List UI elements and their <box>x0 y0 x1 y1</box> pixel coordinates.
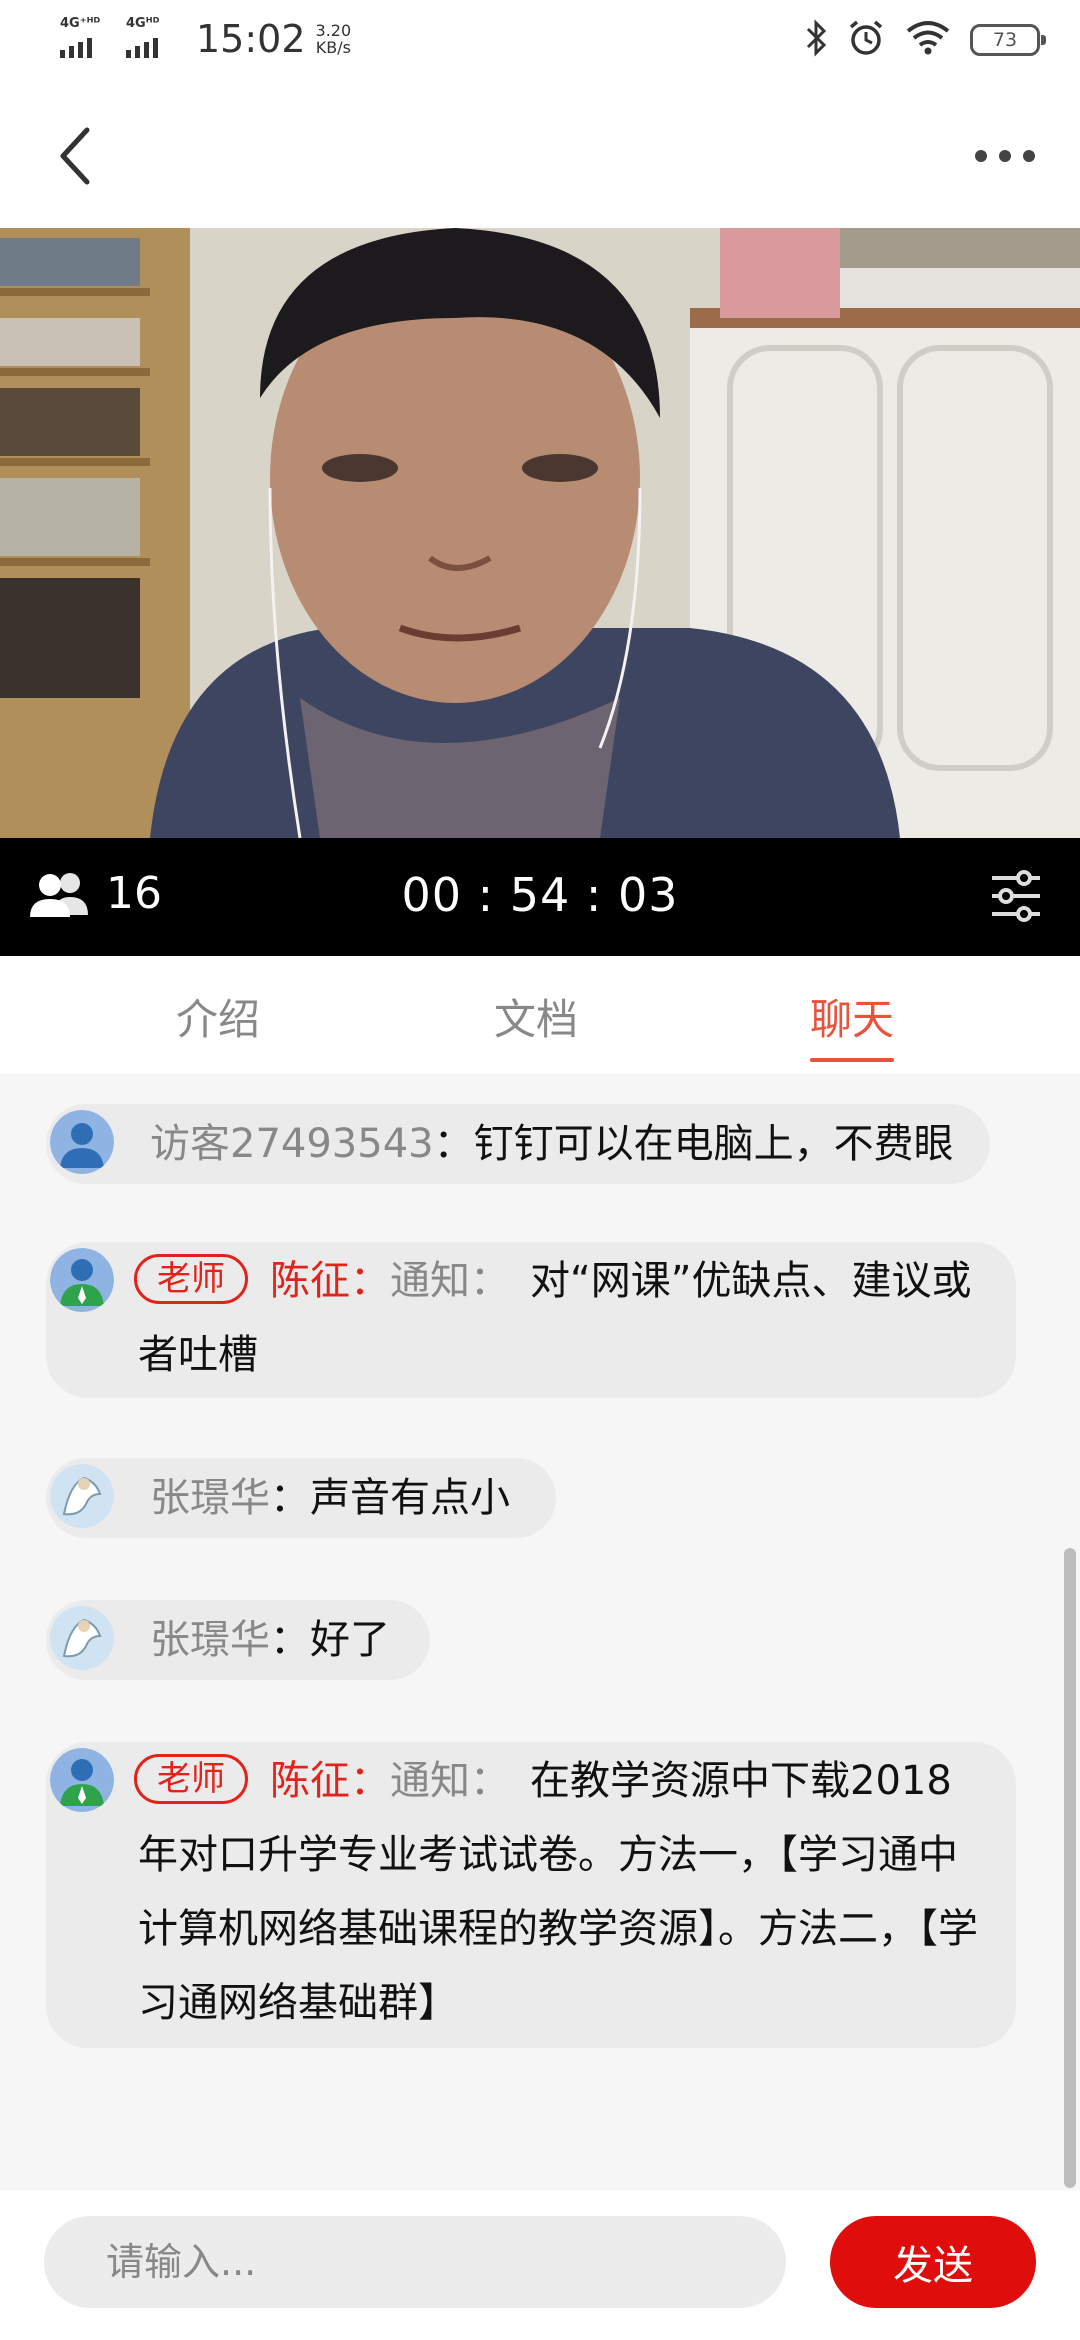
live-control-bar: 16 00 : 54 : 03 <box>0 838 1080 956</box>
sliders-icon <box>992 870 1040 922</box>
tab-chat[interactable]: 聊天 <box>810 986 894 1047</box>
chat-message: 张璟华：声音有点小 <box>46 1458 556 1538</box>
settings-button[interactable] <box>986 866 1046 926</box>
signal-2-label: 4Gᴴᴰ <box>126 16 160 31</box>
send-button[interactable]: 发送 <box>830 2216 1036 2308</box>
alarm-icon <box>846 18 886 62</box>
message-text: 声音有点小 <box>310 1475 510 1521</box>
live-video[interactable] <box>0 228 1080 838</box>
cellular-signal-2: 4Gᴴᴰ <box>124 16 178 62</box>
message-sender: 张璟华 <box>150 1475 270 1521</box>
active-tab-indicator <box>810 1058 894 1062</box>
more-dot <box>999 150 1011 162</box>
chevron-left-icon <box>60 127 90 185</box>
battery-icon: 73 <box>970 24 1046 56</box>
message-separator: ： <box>350 1758 390 1804</box>
tab-bar: 介绍 文档 聊天 <box>0 956 1080 1074</box>
message-sender: 张璟华 <box>150 1617 270 1663</box>
avatar <box>50 1606 114 1670</box>
more-button[interactable] <box>950 118 1060 194</box>
teacher-badge: 老师 <box>134 1754 248 1804</box>
avatar <box>50 1248 114 1312</box>
chat-message: 访客27493543：钉钉可以在电脑上，不费眼 <box>46 1104 990 1184</box>
tab-intro[interactable]: 介绍 <box>176 986 260 1047</box>
title-bar <box>0 82 1080 228</box>
avatar <box>50 1110 114 1174</box>
message-separator: ： <box>270 1475 310 1521</box>
elapsed-timer: 00 : 54 : 03 <box>401 868 679 922</box>
message-text: 对“网课”优缺点、建议或者吐槽 <box>138 1258 972 1378</box>
network-speed: 3.20 KB/s <box>316 22 352 56</box>
message-sender: 访客27493543 <box>150 1121 434 1167</box>
chat-input-bar: 发送 <box>0 2190 1080 2340</box>
notice-label: 通知： <box>390 1258 510 1304</box>
chat-message: 张璟华：好了 <box>46 1600 430 1680</box>
message-text: 钉钉可以在电脑上，不费眼 <box>473 1121 954 1167</box>
message-separator: ： <box>433 1121 474 1167</box>
wifi-icon <box>904 19 952 61</box>
chat-message: 老师 陈征：通知： 对“网课”优缺点、建议或者吐槽 <box>46 1242 1016 1398</box>
signal-1-label: 4G⁺ᴴᴰ <box>60 16 101 31</box>
more-dot <box>1023 150 1035 162</box>
avatar <box>50 1748 114 1812</box>
notice-label: 通知： <box>390 1758 510 1804</box>
message-text: 好了 <box>310 1617 390 1663</box>
message-separator: ： <box>270 1617 310 1663</box>
clock: 15:02 <box>196 17 306 61</box>
more-dots-icon <box>975 150 987 162</box>
bluetooth-icon <box>804 19 828 61</box>
back-button[interactable] <box>40 118 110 194</box>
chat-message: 老师 陈征：通知： 在教学资源中下载2018年对口升学专业考试试卷。方法一，【学习通… <box>46 1742 1016 2048</box>
tab-documents[interactable]: 文档 <box>494 986 578 1047</box>
video-frame <box>0 228 1080 838</box>
chat-scrollbar[interactable] <box>1064 1548 1076 2188</box>
status-bar: 4G⁺ᴴᴰ 4Gᴴᴰ 15:02 3.20 KB/s 73 <box>0 0 1080 82</box>
message-text: 在教学资源中下载2018年对口升学专业考试试卷。方法一，【学习通中计算机网络基础… <box>138 1758 978 2026</box>
chat-input[interactable] <box>44 2216 786 2308</box>
teacher-badge: 老师 <box>134 1254 248 1304</box>
network-speed-unit: KB/s <box>315 38 351 57</box>
avatar <box>50 1464 114 1528</box>
network-speed-value: 3.20 <box>315 21 352 40</box>
message-separator: ： <box>350 1258 390 1304</box>
chat-list[interactable]: 访客27493543：钉钉可以在电脑上，不费眼 老师 陈征：通知： 对“网课”优缺点… <box>0 1074 1080 2190</box>
message-sender: 陈征 <box>270 1758 350 1804</box>
cellular-signal-1: 4G⁺ᴴᴰ <box>58 16 112 62</box>
message-sender: 陈征 <box>270 1258 350 1304</box>
